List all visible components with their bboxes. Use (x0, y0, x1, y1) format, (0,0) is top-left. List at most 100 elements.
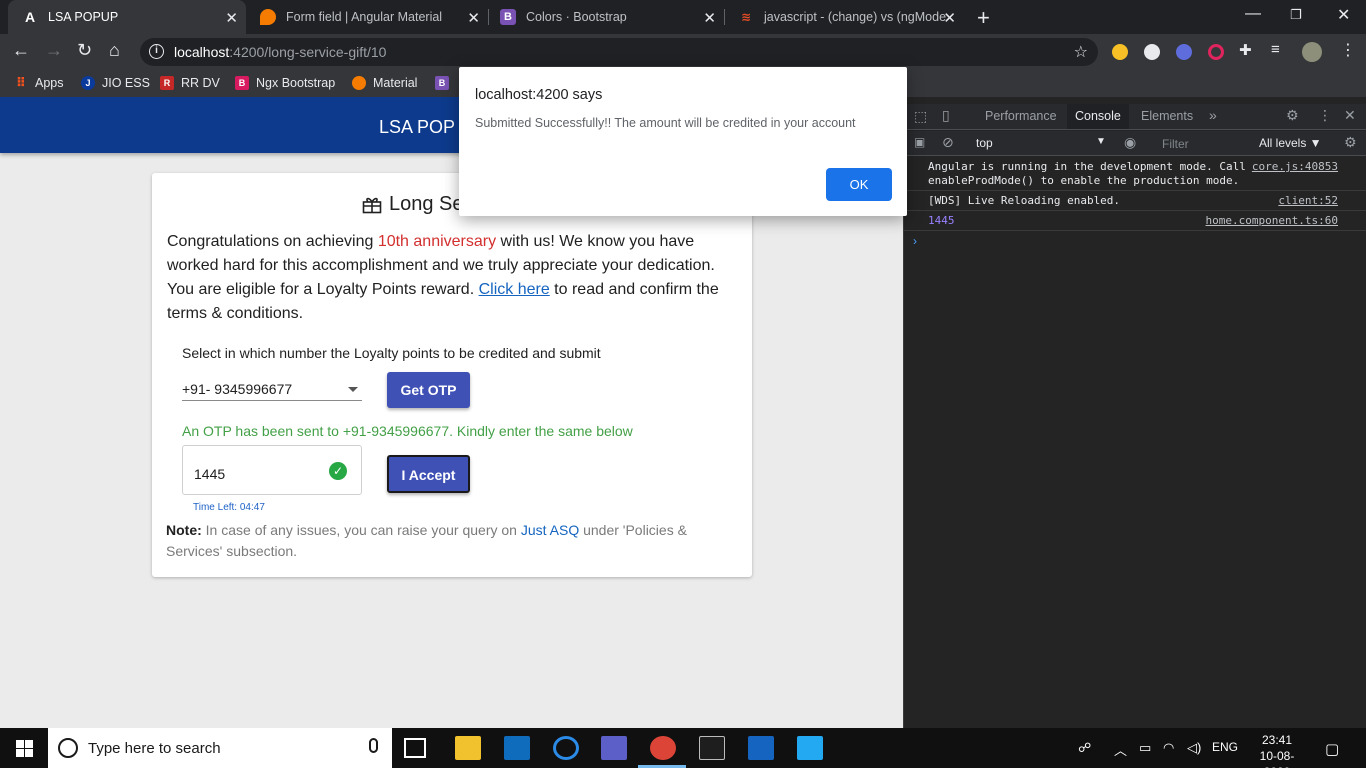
bookmark-bootstrap[interactable]: B (435, 76, 456, 90)
tab-elements[interactable]: Elements (1141, 109, 1193, 123)
wifi-icon[interactable]: ◠ (1163, 740, 1174, 756)
gift-icon (362, 197, 382, 213)
dialog-message: Submitted Successfully!! The amount will… (475, 116, 856, 130)
battery-icon[interactable]: ▭ (1139, 740, 1151, 756)
vscode-icon[interactable] (797, 736, 823, 760)
extension-icon[interactable] (1176, 44, 1192, 60)
phone-number-select[interactable]: +91- 9345996677 (182, 371, 362, 401)
avatar[interactable] (1302, 42, 1322, 62)
console-source-link[interactable]: core.js:40853 (1252, 160, 1338, 173)
settings-gear-icon[interactable]: ⚙ (1286, 107, 1299, 124)
stackoverflow-icon: ≋ (740, 10, 752, 24)
address-bar[interactable]: i localhost:4200/long-service-gift/10 ☆ (140, 38, 1098, 66)
otp-value: 1445 (194, 466, 226, 482)
just-asq-link[interactable]: Just ASQ (521, 522, 579, 538)
close-window-icon[interactable]: ✕ (1337, 5, 1350, 25)
tab-label: LSA POPUP (48, 10, 119, 24)
get-otp-button[interactable]: Get OTP (387, 372, 470, 408)
system-clock[interactable]: 23:41 10-08-2020 (1250, 732, 1304, 768)
bookmark-apps[interactable]: ⠿ Apps (14, 75, 64, 90)
log-levels-select[interactable]: All levels ▼ (1259, 136, 1322, 150)
console-source-link[interactable]: home.component.ts:60 (1206, 214, 1338, 227)
close-devtools-icon[interactable]: ✕ (1344, 107, 1356, 124)
console-filter-input[interactable]: Filter (1162, 137, 1189, 151)
restore-icon[interactable]: ❐ (1290, 7, 1302, 23)
search-placeholder: Type here to search (88, 740, 221, 757)
people-icon[interactable]: ☍ (1078, 740, 1091, 756)
home-icon[interactable]: ⌂ (109, 40, 120, 61)
forward-icon[interactable]: → (45, 40, 63, 61)
tab-stackoverflow[interactable]: ≋ javascript - (change) vs (ngMode ✕ (724, 0, 964, 34)
bookmark-label: Ngx Bootstrap (256, 76, 336, 90)
volume-icon[interactable]: ◁) (1187, 740, 1201, 756)
dropdown-arrow-icon (348, 387, 358, 392)
tab-bootstrap-colors[interactable]: B Colors · Bootstrap ✕ (486, 0, 724, 34)
chrome-icon[interactable] (650, 736, 676, 760)
bookmark-ngx-bootstrap[interactable]: B Ngx Bootstrap (235, 76, 335, 90)
notification-icon[interactable]: ▢ (1325, 740, 1339, 758)
tray-chevron-icon[interactable]: ︿ (1114, 740, 1127, 759)
tab-lsa-popup[interactable]: A LSA POPUP ✕ (8, 0, 246, 34)
windows-start-icon[interactable] (16, 740, 33, 757)
close-tab-icon[interactable]: ✕ (467, 9, 480, 27)
close-tab-icon[interactable]: ✕ (703, 9, 716, 27)
context-select[interactable]: top (976, 136, 993, 150)
task-view-icon[interactable] (404, 738, 426, 758)
bookmark-star-icon[interactable]: ☆ (1074, 42, 1088, 62)
close-tab-icon[interactable]: ✕ (943, 9, 956, 27)
console-settings-icon[interactable]: ⚙ (1344, 134, 1357, 151)
terms-link[interactable]: Click here (479, 281, 550, 298)
extension-icon[interactable] (1208, 44, 1224, 60)
teams-icon[interactable] (601, 736, 627, 760)
console-source-link[interactable]: client:52 (1278, 194, 1338, 207)
angular-material-icon (260, 9, 276, 25)
clock-time: 23:41 (1261, 733, 1293, 747)
minimize-icon[interactable]: — (1245, 5, 1261, 23)
bookmark-label: JIO ESS (102, 76, 150, 90)
more-tabs-icon[interactable]: » (1209, 107, 1217, 123)
tab-performance[interactable]: Performance (985, 109, 1057, 123)
outlook-icon[interactable] (504, 736, 530, 760)
clear-console-icon[interactable]: ⊘ (942, 134, 954, 151)
site-info-icon[interactable]: i (149, 44, 164, 59)
reload-icon[interactable]: ↻ (77, 40, 92, 61)
devtools-menu-icon[interactable]: ⋮ (1318, 107, 1332, 124)
bookmark-rr-dv[interactable]: R RR DV (160, 76, 220, 90)
close-tab-icon[interactable]: ✕ (225, 9, 238, 27)
terminal-icon[interactable] (699, 736, 725, 760)
new-tab-button[interactable]: + (977, 5, 990, 31)
sidebar-toggle-icon[interactable]: ▣ (914, 135, 925, 149)
context-dropdown-icon[interactable]: ▼ (1096, 136, 1106, 147)
bookmark-label: Apps (35, 76, 64, 90)
ok-button[interactable]: OK (826, 168, 892, 201)
media-icon[interactable]: ≡ (1271, 41, 1280, 58)
folder-app-icon[interactable] (748, 736, 774, 760)
device-toolbar-icon[interactable]: ▯ (942, 107, 950, 124)
app-title: LSA POP (379, 117, 456, 137)
microphone-icon[interactable] (369, 738, 378, 753)
console-message: [WDS] Live Reloading enabled. client:52 (904, 191, 1366, 211)
puzzle-icon[interactable]: ✚ (1239, 41, 1252, 59)
file-explorer-icon[interactable] (455, 736, 481, 760)
ngx-bootstrap-icon: B (235, 76, 249, 90)
menu-icon[interactable]: ⋮ (1340, 40, 1356, 60)
console-text: Angular is running in the development mo… (928, 160, 1246, 187)
otp-timer: Time Left: 04:47 (193, 502, 265, 513)
card-heading: Long Se (362, 193, 464, 216)
tab-console[interactable]: Console (1067, 104, 1129, 129)
extension-icon[interactable] (1112, 44, 1128, 60)
eye-icon[interactable]: ◉ (1124, 134, 1136, 151)
tab-label: javascript - (change) vs (ngMode (764, 10, 947, 24)
bookmark-material[interactable]: Material (352, 76, 417, 90)
back-icon[interactable]: ← (12, 40, 30, 61)
extension-icon[interactable] (1144, 44, 1160, 60)
internet-explorer-icon[interactable] (553, 736, 579, 760)
otp-input[interactable]: 1445 ✓ (182, 445, 362, 495)
inspect-icon[interactable]: ⬚ (914, 108, 927, 125)
bookmark-jio-ess[interactable]: J JIO ESS (81, 76, 150, 90)
console-prompt-icon[interactable]: › (913, 234, 917, 248)
taskbar-search[interactable]: Type here to search (48, 728, 392, 768)
tab-form-field[interactable]: Form field | Angular Material ✕ (246, 0, 488, 34)
language-indicator[interactable]: ENG (1212, 740, 1238, 754)
accept-button[interactable]: I Accept (387, 455, 470, 493)
